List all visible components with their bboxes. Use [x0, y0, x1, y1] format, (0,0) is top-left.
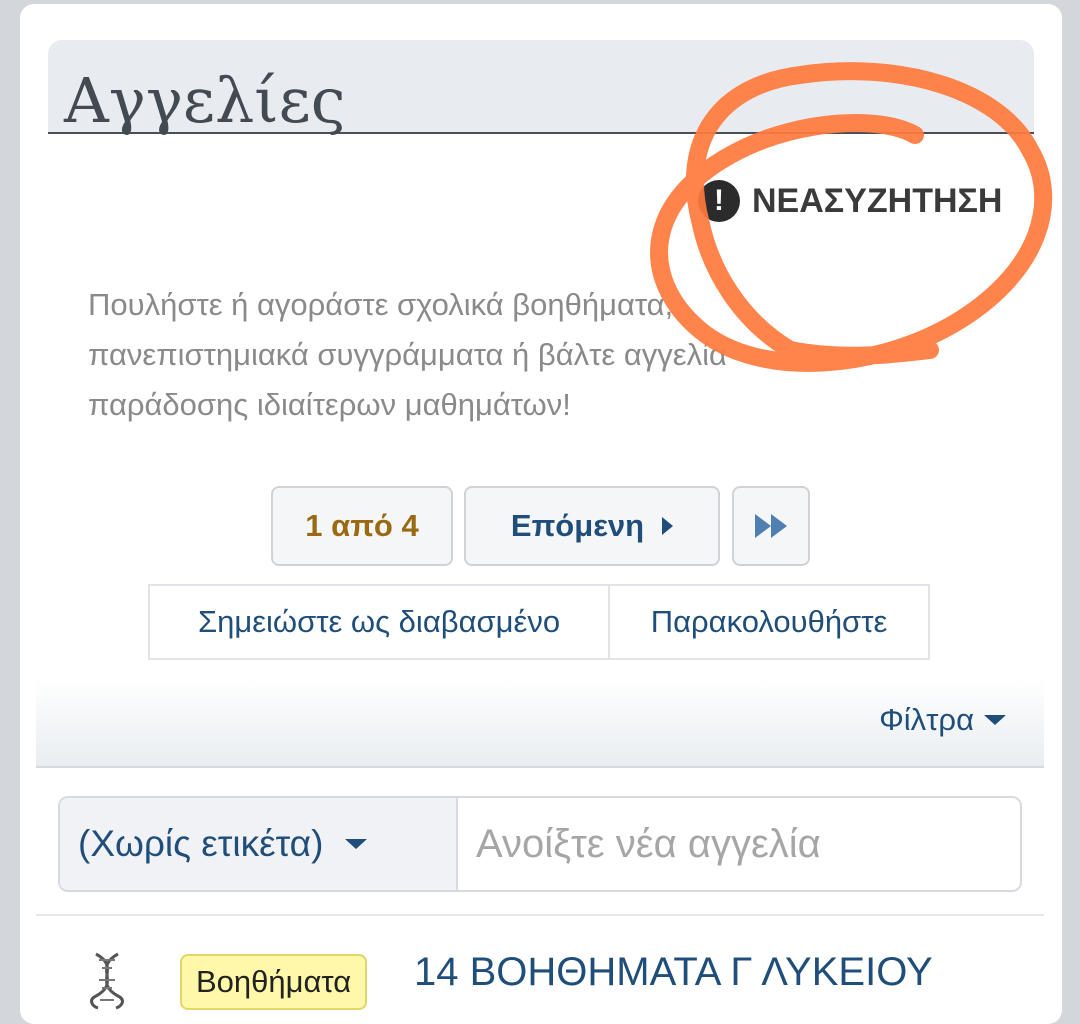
- exclamation-bubble-icon: !: [698, 180, 740, 222]
- dna-avatar-icon: [90, 952, 124, 1010]
- thread-title-input[interactable]: [458, 798, 1020, 890]
- caret-right-icon: [662, 517, 674, 535]
- page-counter-label: 1 από 4: [305, 508, 419, 543]
- thread-title-link[interactable]: 14 ΒΟΗΘΗΜΑΤΑ Γ ΛΥΚΕΙΟΥ: [414, 950, 933, 995]
- filters-dropdown[interactable]: Φίλτρα: [879, 702, 1006, 738]
- thread-actions: Σημειώστε ως διαβασμένο Παρακολουθήστε: [148, 584, 930, 660]
- thread-prefix-label: Βοηθήματα: [196, 964, 352, 999]
- double-chevron-right-icon: [755, 514, 771, 538]
- page-title: Αγγελίες: [64, 64, 346, 137]
- last-page-button[interactable]: [732, 486, 810, 566]
- filter-bar: Φίλτρα: [36, 678, 1044, 768]
- next-page-label: Επόμενη: [510, 508, 645, 543]
- prefix-select[interactable]: (Χωρίς ετικέτα): [60, 798, 458, 890]
- filters-label: Φίλτρα: [879, 702, 974, 737]
- caret-down-icon: [984, 715, 1006, 725]
- forum-description: Πουλήστε ή αγοράστε σχολικά βοηθήματα, π…: [88, 287, 727, 422]
- watch-label: Παρακολουθήστε: [650, 604, 888, 639]
- mark-read-label: Σημειώστε ως διαβασμένο: [197, 604, 561, 639]
- page-counter-button[interactable]: 1 από 4: [271, 486, 453, 566]
- watch-button[interactable]: Παρακολουθήστε: [608, 586, 928, 658]
- caret-down-icon: [345, 839, 368, 849]
- mark-read-button[interactable]: Σημειώστε ως διαβασμένο: [150, 586, 608, 658]
- new-thread-form: (Χωρίς ετικέτα): [58, 796, 1022, 892]
- thread-row[interactable]: Βοηθήματα 14 ΒΟΗΘΗΜΑΤΑ Γ ΛΥΚΕΙΟΥ: [36, 916, 1044, 1016]
- new-discussion-button[interactable]: ! ΝΕΑΣΥΖΗΤΗΣΗ: [698, 178, 1002, 224]
- prefix-select-label: (Χωρίς ετικέτα): [78, 823, 324, 864]
- next-page-button[interactable]: Επόμενη: [464, 486, 720, 566]
- double-chevron-right-icon: [771, 514, 787, 538]
- new-discussion-label: ΝΕΑΣΥΖΗΤΗΣΗ: [752, 181, 1003, 220]
- thread-prefix-tag[interactable]: Βοηθήματα: [180, 954, 368, 1010]
